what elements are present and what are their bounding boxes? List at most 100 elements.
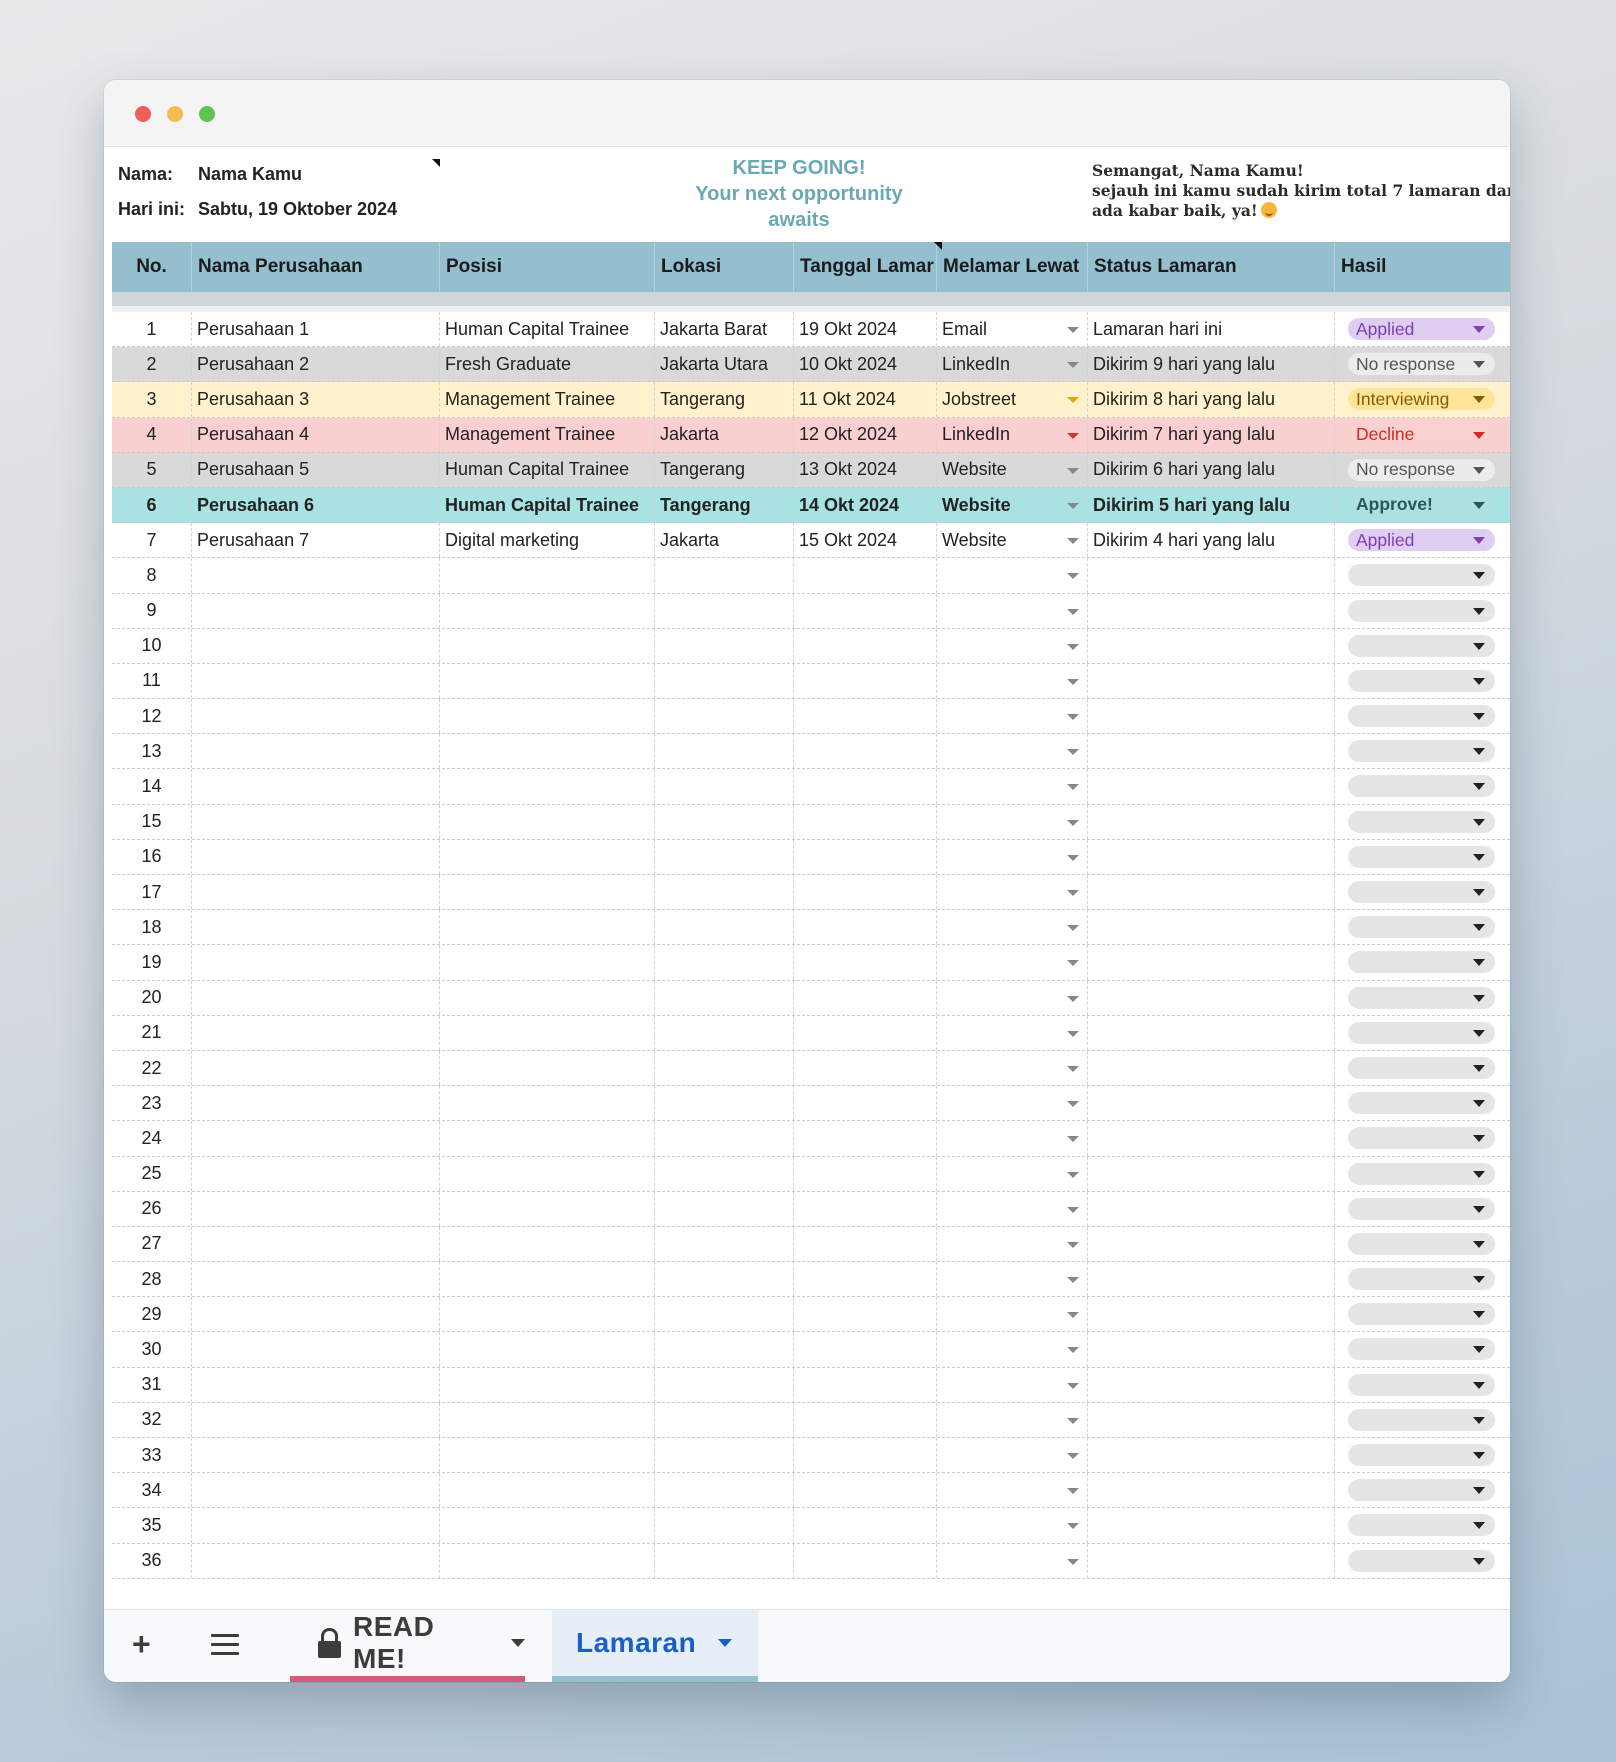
cell-hasil[interactable]: No response	[1335, 453, 1510, 487]
cell-melamar-lewat[interactable]: Email	[937, 312, 1088, 347]
cell-nama-perusahaan[interactable]	[192, 1121, 440, 1156]
cell-nama-perusahaan[interactable]: Perusahaan 7	[192, 523, 440, 558]
cell-melamar-lewat[interactable]	[937, 769, 1088, 804]
cell-tanggal-lamar[interactable]	[794, 663, 937, 699]
cell-posisi[interactable]	[440, 699, 655, 734]
cell-tanggal-lamar[interactable]	[794, 699, 937, 734]
cell-tanggal-lamar[interactable]	[794, 1015, 937, 1050]
cell-nama-perusahaan[interactable]	[192, 663, 440, 699]
cell-tanggal-lamar[interactable]	[794, 980, 937, 1015]
cell-lokasi[interactable]	[655, 769, 794, 804]
dropdown-arrow-icon[interactable]	[1067, 714, 1079, 721]
cell-hasil[interactable]: Decline	[1335, 418, 1510, 452]
dropdown-arrow-icon[interactable]	[1067, 1065, 1079, 1072]
cell-nama-perusahaan[interactable]	[192, 1050, 440, 1086]
cell-tanggal-lamar[interactable]	[794, 875, 937, 910]
cell-nama-perusahaan[interactable]	[192, 1191, 440, 1226]
cell-melamar-lewat[interactable]	[937, 1543, 1088, 1578]
cell-melamar-lewat[interactable]	[937, 1508, 1088, 1543]
dropdown-arrow-icon[interactable]	[1067, 432, 1079, 439]
cell-melamar-lewat[interactable]	[937, 1191, 1088, 1226]
cell-posisi[interactable]	[440, 1191, 655, 1226]
cell-nama-perusahaan[interactable]	[192, 1543, 440, 1578]
cell-nama-perusahaan[interactable]	[192, 1402, 440, 1437]
hasil-chip[interactable]: No response	[1348, 353, 1495, 376]
hasil-chip[interactable]	[1348, 1373, 1495, 1396]
hasil-chip[interactable]: Decline	[1348, 423, 1495, 446]
cell-nama-perusahaan[interactable]	[192, 1508, 440, 1543]
cell-posisi[interactable]: Human Capital Trainee	[440, 312, 655, 347]
cell-posisi[interactable]	[440, 1543, 655, 1578]
cell-lokasi[interactable]	[655, 1332, 794, 1367]
cell-tanggal-lamar[interactable]	[794, 1156, 937, 1191]
cell-posisi[interactable]	[440, 1015, 655, 1050]
cell-melamar-lewat[interactable]	[937, 875, 1088, 910]
dropdown-arrow-icon[interactable]	[1067, 1347, 1079, 1354]
col-header-nama-perusahaan[interactable]: Nama Perusahaan	[192, 242, 440, 292]
tab-lamaran[interactable]: Lamaran	[552, 1610, 758, 1682]
hasil-chip[interactable]	[1348, 1479, 1495, 1502]
cell-lokasi[interactable]	[655, 663, 794, 699]
cell-posisi[interactable]	[440, 1262, 655, 1297]
cell-melamar-lewat[interactable]	[937, 1402, 1088, 1437]
hasil-chip[interactable]	[1348, 810, 1495, 833]
cell-tanggal-lamar[interactable]	[794, 910, 937, 945]
cell-nama-perusahaan[interactable]: Perusahaan 6	[192, 487, 440, 523]
cell-lokasi[interactable]	[655, 558, 794, 593]
cell-lokasi[interactable]	[655, 1508, 794, 1543]
dropdown-arrow-icon[interactable]	[1067, 1241, 1079, 1248]
cell-hasil[interactable]	[1335, 594, 1510, 628]
cell-melamar-lewat[interactable]	[937, 1332, 1088, 1367]
cell-melamar-lewat[interactable]	[937, 1156, 1088, 1191]
cell-posisi[interactable]	[440, 1473, 655, 1508]
hasil-chip[interactable]	[1348, 564, 1495, 587]
cell-tanggal-lamar[interactable]: 11 Okt 2024	[794, 382, 937, 417]
hasil-chip[interactable]	[1348, 1303, 1495, 1326]
hasil-chip[interactable]	[1348, 1127, 1495, 1150]
cell-hasil[interactable]	[1335, 1262, 1510, 1296]
cell-hasil[interactable]	[1335, 945, 1510, 979]
cell-posisi[interactable]	[440, 628, 655, 663]
cell-lokasi[interactable]	[655, 1402, 794, 1437]
hasil-chip[interactable]	[1348, 1021, 1495, 1044]
dropdown-arrow-icon[interactable]	[1067, 397, 1079, 404]
col-header-hasil[interactable]: Hasil	[1335, 242, 1510, 292]
cell-hasil[interactable]	[1335, 1051, 1510, 1085]
cell-tanggal-lamar[interactable]	[794, 1367, 937, 1402]
cell-lokasi[interactable]	[655, 1367, 794, 1402]
col-header-tanggal-lamar[interactable]: Tanggal Lamar	[794, 242, 937, 292]
hasil-chip[interactable]	[1348, 1056, 1495, 1079]
hasil-chip[interactable]	[1348, 775, 1495, 798]
hasil-chip[interactable]	[1348, 951, 1495, 974]
cell-posisi[interactable]	[440, 1156, 655, 1191]
cell-melamar-lewat[interactable]	[937, 1121, 1088, 1156]
cell-nama-perusahaan[interactable]	[192, 1226, 440, 1262]
col-header-posisi[interactable]: Posisi	[440, 242, 655, 292]
cell-hasil[interactable]	[1335, 875, 1510, 909]
cell-melamar-lewat[interactable]: Website	[937, 523, 1088, 558]
cell-hasil[interactable]	[1335, 1192, 1510, 1226]
dropdown-arrow-icon[interactable]	[1067, 362, 1079, 369]
cell-posisi[interactable]	[440, 558, 655, 593]
dropdown-arrow-icon[interactable]	[1067, 1312, 1079, 1319]
cell-lokasi[interactable]	[655, 1543, 794, 1578]
cell-tanggal-lamar[interactable]	[794, 769, 937, 804]
cell-posisi[interactable]	[440, 663, 655, 699]
cell-lokasi[interactable]	[655, 1050, 794, 1086]
dropdown-arrow-icon[interactable]	[1067, 1417, 1079, 1424]
dropdown-arrow-icon[interactable]	[1067, 1277, 1079, 1284]
cell-tanggal-lamar[interactable]	[794, 1050, 937, 1086]
hasil-chip[interactable]	[1348, 1549, 1495, 1572]
hasil-chip[interactable]: Interviewing	[1348, 388, 1495, 411]
cell-hasil[interactable]: Applied	[1335, 312, 1510, 346]
cell-lokasi[interactable]	[655, 1297, 794, 1332]
cell-nama-perusahaan[interactable]	[192, 1262, 440, 1297]
cell-nama-perusahaan[interactable]	[192, 628, 440, 663]
cell-tanggal-lamar[interactable]	[794, 1121, 937, 1156]
col-header-status-lamaran[interactable]: Status Lamaran	[1088, 242, 1335, 292]
dropdown-arrow-icon[interactable]	[1067, 1453, 1079, 1459]
cell-melamar-lewat[interactable]	[937, 663, 1088, 699]
cell-posisi[interactable]: Fresh Graduate	[440, 347, 655, 382]
dropdown-arrow-icon[interactable]	[1067, 502, 1079, 509]
cell-melamar-lewat[interactable]	[937, 1086, 1088, 1121]
